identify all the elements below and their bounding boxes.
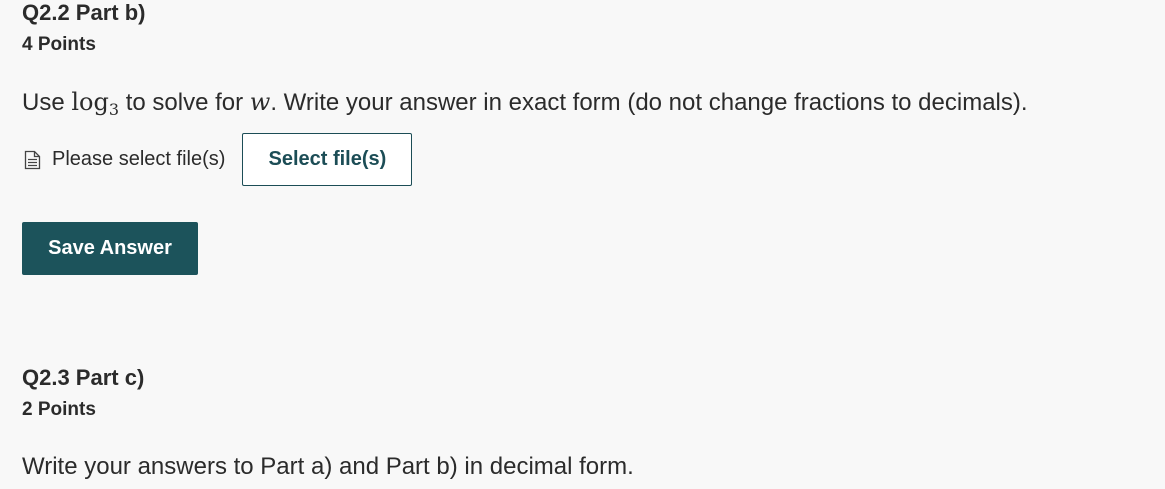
math-log: log xyxy=(71,88,109,116)
file-icon xyxy=(22,149,42,171)
math-log-base: 3 xyxy=(108,100,120,119)
question-2-3-title: Q2.3 Part c) xyxy=(22,365,145,390)
save-answer-button[interactable]: Save Answer xyxy=(22,222,198,275)
question-2-2-prompt: Use log3 to solve for w. Write your answ… xyxy=(22,87,1028,118)
math-log-expression: log3 xyxy=(71,88,120,119)
file-upload-row: Please select file(s) Select file(s) xyxy=(22,133,413,186)
prompt-text-start: Use xyxy=(22,89,72,116)
math-variable: w xyxy=(249,88,271,116)
prompt-text-end: . Write your answer in exact form (do no… xyxy=(270,89,1028,116)
question-2-3-prompt: Write your answers to Part a) and Part b… xyxy=(22,453,634,480)
question-2-2-title: Q2.2 Part b) xyxy=(22,0,146,25)
question-2-3-points: 2 Points xyxy=(22,399,96,420)
select-files-button[interactable]: Select file(s) xyxy=(242,133,413,186)
question-2-2-points: 4 Points xyxy=(22,34,96,55)
file-status-text: Please select file(s) xyxy=(52,148,226,170)
prompt-text-middle: to solve for xyxy=(119,89,250,116)
